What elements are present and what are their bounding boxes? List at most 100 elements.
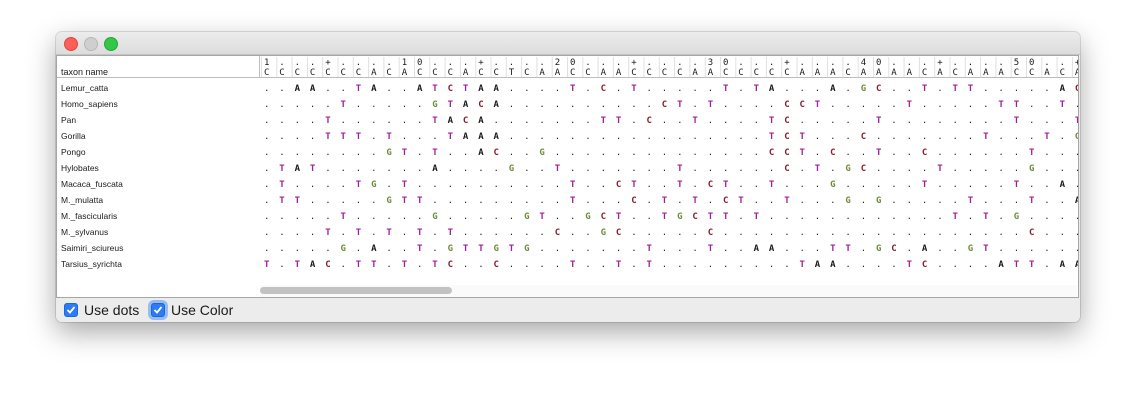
- sequence-cell: .: [1044, 84, 1049, 94]
- sequence-cell: .: [845, 132, 850, 142]
- sequence-cell: .: [830, 228, 835, 238]
- sequence-cell: .: [983, 164, 988, 174]
- taxon-name[interactable]: Macaca_fuscata: [61, 179, 123, 189]
- taxon-name[interactable]: Pongo: [61, 147, 86, 157]
- sequence-cell: .: [539, 164, 544, 174]
- sequence-cell: .: [601, 164, 606, 174]
- sequence-cell: .: [708, 84, 713, 94]
- taxon-name[interactable]: M._fascicularis: [61, 211, 117, 221]
- maximize-icon[interactable]: [104, 37, 118, 51]
- sequence-cell: .: [861, 212, 866, 222]
- taxon-name[interactable]: Saimiri_sciureus: [61, 243, 123, 253]
- taxon-name[interactable]: Hylobates: [61, 163, 99, 173]
- sequence-cell: .: [861, 260, 866, 270]
- ruler-tick: 0: [723, 58, 728, 68]
- sequence-cell: .: [601, 260, 606, 270]
- sequence-cell: .: [386, 260, 391, 270]
- sequence-cell: .: [325, 196, 330, 206]
- minimize-icon[interactable]: [84, 37, 98, 51]
- use-color-label[interactable]: Use Color: [171, 302, 233, 318]
- sequence-cell: .: [570, 132, 575, 142]
- sequence-cell: .: [662, 260, 667, 270]
- sequence-cell: .: [647, 196, 652, 206]
- sequence-cell: C: [1075, 84, 1078, 94]
- sequence-cell: .: [386, 244, 391, 254]
- consensus-base: C: [769, 68, 774, 78]
- sequence-cell: .: [264, 228, 269, 238]
- ruler-tick: .: [692, 58, 697, 68]
- sequence-cell: T: [616, 212, 622, 222]
- sequence-cell: .: [631, 228, 636, 238]
- sequence-cell: .: [891, 84, 896, 94]
- sequence-cell: .: [1075, 244, 1078, 254]
- sequence-cell: A: [295, 84, 301, 94]
- sequence-cell: .: [509, 180, 514, 190]
- ruler-tick: 3: [708, 58, 713, 68]
- consensus-base: C: [662, 68, 667, 78]
- consensus-base: A: [463, 68, 469, 78]
- ruler-tick: 0: [1029, 58, 1034, 68]
- sequence-cell: C: [784, 164, 789, 174]
- sequence-cell: .: [601, 244, 606, 254]
- sequence-cell: .: [1060, 116, 1065, 126]
- sequence-cell: T: [325, 116, 331, 126]
- taxon-name[interactable]: M._mulatta: [61, 195, 103, 205]
- use-color-checkbox[interactable]: [151, 303, 165, 317]
- sequence-cell: .: [539, 132, 544, 142]
- sequence-cell: .: [570, 228, 575, 238]
- consensus-base: A: [937, 68, 943, 78]
- sequence-cell: .: [432, 244, 437, 254]
- sequence-cell: .: [1044, 260, 1049, 270]
- sequence-cell: .: [738, 212, 743, 222]
- sequence-cell: .: [1044, 180, 1049, 190]
- sequence-cell: .: [1075, 228, 1078, 238]
- sequence-cell: .: [891, 180, 896, 190]
- sequence-cell: .: [784, 212, 789, 222]
- sequence-cell: .: [295, 148, 300, 158]
- sequence-cell: T: [662, 196, 668, 206]
- sequence-cell: .: [922, 100, 927, 110]
- consensus-base: A: [708, 68, 714, 78]
- sequence-cell: .: [1060, 164, 1065, 174]
- sequence-cell: .: [662, 228, 667, 238]
- close-icon[interactable]: [64, 37, 78, 51]
- sequence-cell: T: [448, 100, 454, 110]
- sequence-cell: .: [953, 228, 958, 238]
- taxon-name[interactable]: Gorilla: [61, 131, 86, 141]
- sequence-cell: .: [539, 116, 544, 126]
- sequence-cell: .: [907, 228, 912, 238]
- alignment-view[interactable]: taxon name 1... +.... 1 0... +.... 2 0... +....…: [57, 56, 1078, 297]
- use-dots-label[interactable]: Use dots: [84, 302, 139, 318]
- sequence-cell: .: [524, 180, 529, 190]
- sequence-cell: .: [279, 228, 284, 238]
- sequence-cell: .: [647, 212, 652, 222]
- sequence-cell: A: [998, 260, 1004, 270]
- sequence-cell: .: [692, 84, 697, 94]
- ruler-tick: .: [815, 58, 820, 68]
- consensus-base: C: [432, 68, 437, 78]
- consensus-base: C: [448, 68, 453, 78]
- sequence-cell: .: [478, 180, 483, 190]
- taxon-name[interactable]: M._sylvanus: [61, 227, 108, 237]
- taxon-name[interactable]: Homo_sapiens: [61, 99, 118, 109]
- taxon-name[interactable]: Lemur_catta: [61, 83, 109, 93]
- use-dots-checkbox[interactable]: [64, 303, 78, 317]
- sequence-cell: .: [356, 100, 361, 110]
- sequence-cell: C: [769, 148, 774, 158]
- consensus-base: C: [631, 68, 636, 78]
- sequence-cell: .: [1029, 84, 1034, 94]
- sequence-cell: .: [937, 116, 942, 126]
- sequence-cell: A: [754, 244, 760, 254]
- taxon-name[interactable]: Tarsius_syrichta: [61, 259, 122, 269]
- sequence-cell: T: [876, 148, 882, 158]
- sequence-cell: .: [417, 132, 422, 142]
- taxon-name[interactable]: Pan: [61, 115, 76, 125]
- sequence-cell: .: [891, 228, 896, 238]
- sequence-cell: .: [922, 116, 927, 126]
- sequence-cell: T: [432, 116, 438, 126]
- sequence-cell: .: [677, 84, 682, 94]
- horizontal-scrollbar-thumb[interactable]: [260, 287, 452, 294]
- sequence-cell: .: [295, 132, 300, 142]
- sequence-cell: .: [570, 116, 575, 126]
- consensus-base: A: [968, 68, 974, 78]
